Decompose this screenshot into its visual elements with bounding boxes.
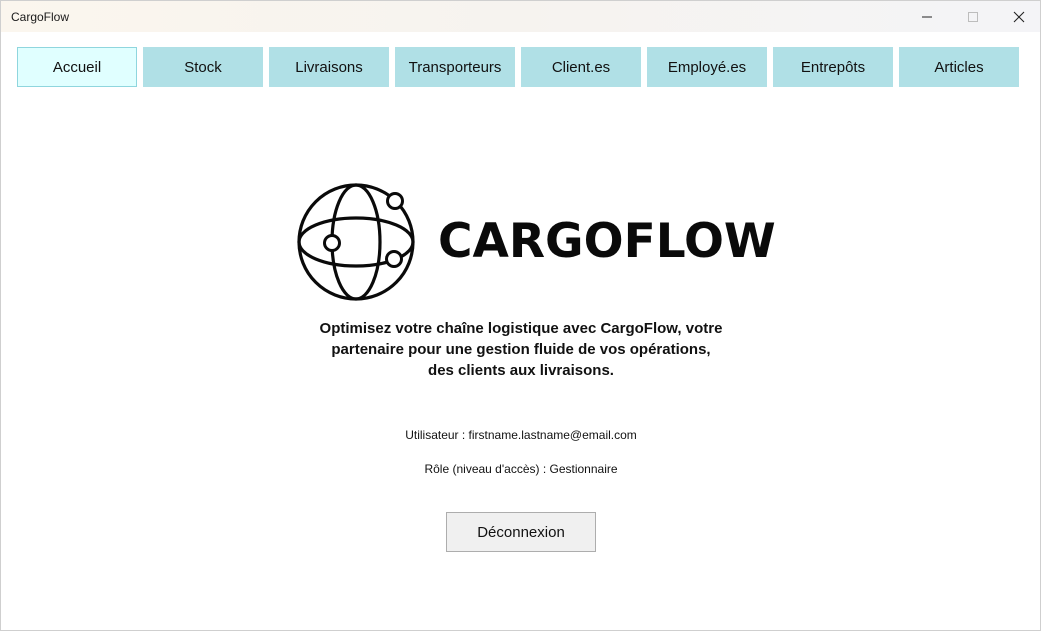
tab-stock[interactable]: Stock xyxy=(143,47,263,87)
tab-label: Transporteurs xyxy=(408,58,502,76)
tab-label: Accueil xyxy=(52,58,102,76)
user-info: Utilisateur : firstname.lastname@email.c… xyxy=(405,428,637,442)
tab-label: Stock xyxy=(184,58,222,76)
tab-label: Employé.es xyxy=(667,58,747,76)
title-bar[interactable]: CargoFlow xyxy=(1,1,1040,32)
tab-entrepots[interactable]: Entrepôts xyxy=(773,47,893,87)
app-window: CargoFlow Accueil Stock Livraisons Trans… xyxy=(0,0,1041,631)
window-title: CargoFlow xyxy=(11,10,70,24)
close-icon xyxy=(1013,11,1025,22)
tab-transporteurs[interactable]: Transporteurs xyxy=(395,47,515,87)
minimize-icon xyxy=(922,16,932,17)
tab-articles[interactable]: Articles xyxy=(899,47,1019,87)
brand-name: CARGOFLOW xyxy=(438,214,776,269)
role-info: Rôle (niveau d'accès) : Gestionnaire xyxy=(424,462,618,476)
tab-label: Livraisons xyxy=(295,58,363,76)
tab-label: Articles xyxy=(934,58,984,76)
close-button[interactable] xyxy=(996,1,1040,32)
tab-employes[interactable]: Employé.es xyxy=(647,47,767,87)
tab-label: Entrepôts xyxy=(800,58,866,76)
tab-accueil[interactable]: Accueil xyxy=(17,47,137,87)
globe-network-icon xyxy=(297,183,415,301)
tagline-line: Optimisez votre chaîne logistique avec C… xyxy=(319,320,723,337)
tab-clients[interactable]: Client.es xyxy=(521,47,641,87)
logout-label: Déconnexion xyxy=(477,523,565,541)
tab-livraisons[interactable]: Livraisons xyxy=(269,47,389,87)
tagline: Optimisez votre chaîne logistique avec C… xyxy=(271,318,771,381)
tagline-line: partenaire pour une gestion fluide de vo… xyxy=(331,341,711,358)
maximize-icon xyxy=(968,11,978,22)
tagline-line: des clients aux livraisons. xyxy=(428,362,614,379)
logout-button[interactable]: Déconnexion xyxy=(446,512,596,552)
maximize-button[interactable] xyxy=(950,1,996,32)
tab-label: Client.es xyxy=(551,58,611,76)
minimize-button[interactable] xyxy=(904,1,950,32)
